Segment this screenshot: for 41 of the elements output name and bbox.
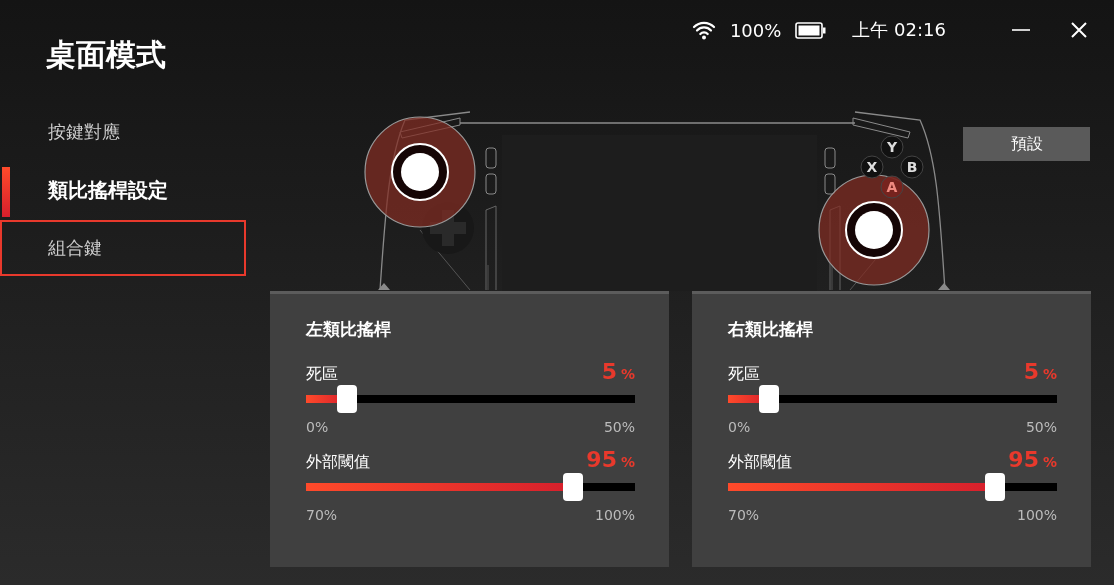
- range-min-label: 70%: [306, 507, 338, 523]
- face-button[interactable]: A: [880, 175, 904, 199]
- panel-title: 右類比搖桿: [728, 318, 814, 341]
- slider[interactable]: [306, 473, 635, 501]
- minimize-icon: [1012, 29, 1030, 31]
- nav-item[interactable]: 組合鍵: [0, 220, 246, 276]
- range-min-label: 0%: [728, 419, 751, 435]
- wifi-icon: [691, 20, 716, 40]
- setting-value: 95 %: [1008, 447, 1057, 472]
- page-title: 桌面模式: [46, 36, 167, 74]
- face-button[interactable]: B: [900, 155, 924, 179]
- slider[interactable]: [728, 385, 1057, 413]
- setting-label: 外部閾值: [306, 452, 370, 473]
- panel-title: 左類比搖桿: [306, 318, 392, 341]
- slider[interactable]: [306, 385, 635, 413]
- slider-thumb[interactable]: [758, 385, 779, 413]
- clock: 上午 02:16: [852, 18, 946, 42]
- range-max-label: 50%: [1025, 419, 1057, 435]
- range-min-label: 70%: [728, 507, 760, 523]
- range-min-label: 0%: [306, 419, 329, 435]
- battery-percent: 100%: [729, 19, 782, 41]
- slider[interactable]: [728, 473, 1057, 501]
- setting-label: 死區: [306, 364, 338, 385]
- setting-value: 95 %: [586, 447, 635, 472]
- face-button[interactable]: Y: [880, 135, 904, 159]
- nav-item[interactable]: 按鍵對應: [0, 104, 246, 160]
- setting-label: 死區: [728, 364, 760, 385]
- slider-thumb[interactable]: [563, 473, 584, 501]
- battery-icon: [795, 21, 827, 39]
- close-icon: [1070, 21, 1088, 39]
- slider-thumb[interactable]: [336, 385, 357, 413]
- face-button[interactable]: X: [860, 155, 884, 179]
- nav-item[interactable]: 類比搖桿設定: [0, 162, 246, 218]
- preset-button[interactable]: 預設: [963, 127, 1090, 161]
- setting-value: 5 %: [1023, 359, 1057, 384]
- range-max-label: 50%: [603, 419, 635, 435]
- range-max-label: 100%: [594, 507, 635, 523]
- setting-label: 外部閾值: [728, 452, 792, 473]
- range-max-label: 100%: [1016, 507, 1057, 523]
- setting-value: 5 %: [601, 359, 635, 384]
- slider-thumb[interactable]: [985, 473, 1006, 501]
